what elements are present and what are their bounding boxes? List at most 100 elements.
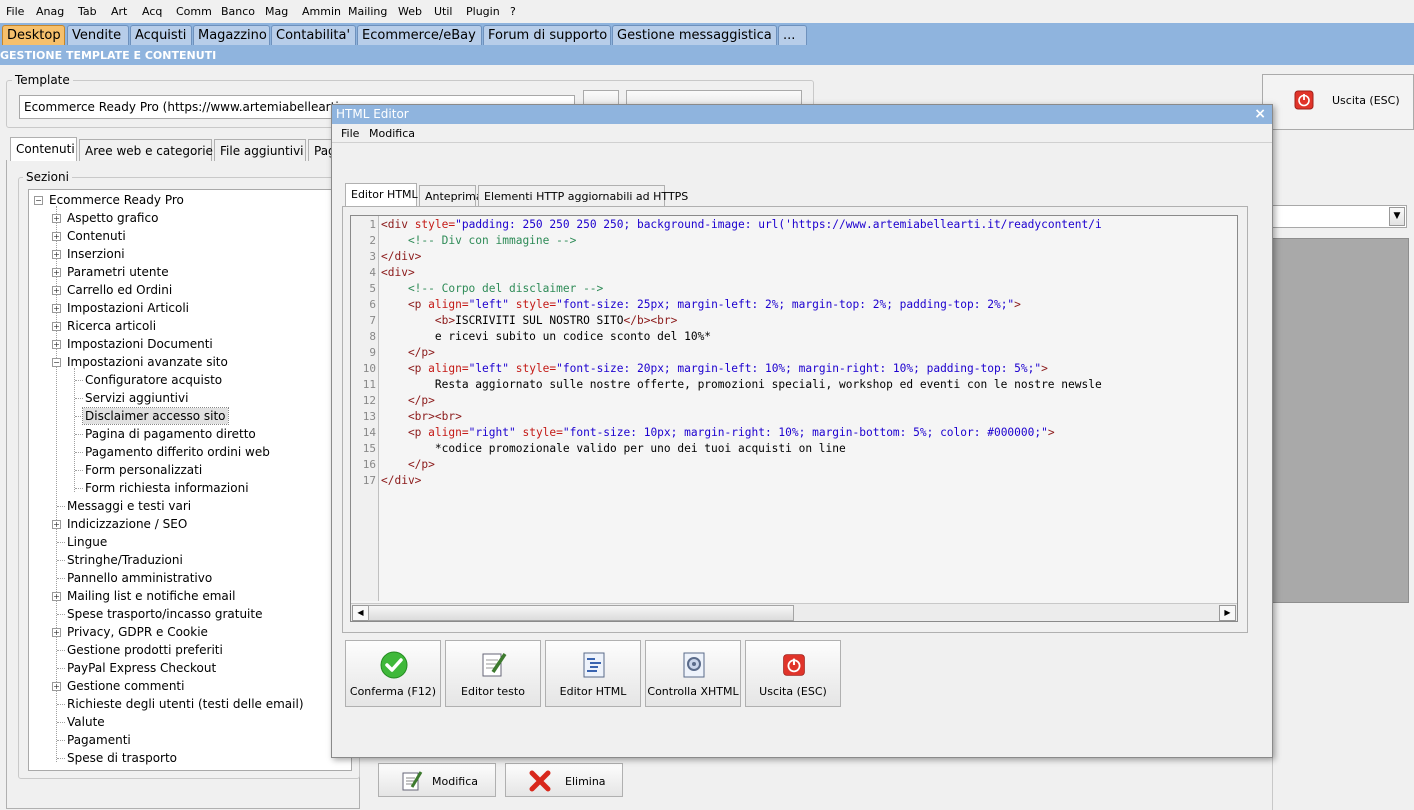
- tree-item[interactable]: Mailing list e notifiche email: [67, 588, 235, 604]
- dialog-tab-editor-html[interactable]: Editor HTML: [345, 183, 418, 207]
- horizontal-scrollbar[interactable]: ◀ ▶: [351, 603, 1237, 621]
- dialog-tab-http[interactable]: Elementi HTTP aggiornabili ad HTTPS: [478, 185, 688, 207]
- tree-collapse-icon[interactable]: −: [34, 196, 43, 205]
- tree-item[interactable]: Valute: [67, 714, 105, 730]
- conferma-button[interactable]: Conferma (F12): [345, 640, 441, 707]
- editor-testo-button[interactable]: Editor testo: [445, 640, 541, 707]
- tab-vendite[interactable]: Vendite: [67, 25, 129, 45]
- menu-web[interactable]: Web: [398, 5, 422, 18]
- menu-mag[interactable]: Mag: [265, 5, 288, 18]
- tree-expand-icon[interactable]: +: [52, 214, 61, 223]
- tree-item[interactable]: Stringhe/Traduzioni: [67, 552, 183, 568]
- tree-expand-icon[interactable]: +: [52, 592, 61, 601]
- tab-acquisti[interactable]: Acquisti: [130, 25, 192, 45]
- tree-expand-icon[interactable]: +: [52, 250, 61, 259]
- menu-help[interactable]: ?: [510, 5, 516, 18]
- menu-acq[interactable]: Acq: [142, 5, 162, 18]
- code-editor[interactable]: 1 2 3 4 5 6 7 8 9 10 11 12 13 14 15 16 1…: [350, 215, 1238, 622]
- menu-tab[interactable]: Tab: [78, 5, 97, 18]
- tree-item[interactable]: Carrello ed Ordini: [67, 282, 172, 298]
- modifica-button[interactable]: Modifica: [378, 763, 496, 797]
- uscita-button[interactable]: Uscita (ESC): [745, 640, 841, 707]
- tree-expand-icon[interactable]: +: [52, 322, 61, 331]
- tree-child[interactable]: Pagamento differito ordini web: [85, 444, 270, 460]
- editor-html-button[interactable]: Editor HTML: [545, 640, 641, 707]
- tree-child[interactable]: Servizi aggiuntivi: [85, 390, 188, 406]
- tree-expand-icon[interactable]: +: [52, 340, 61, 349]
- elimina-button[interactable]: Elimina: [505, 763, 623, 797]
- menu-file[interactable]: File: [6, 5, 24, 18]
- menu-ammin[interactable]: Ammin: [302, 5, 341, 18]
- tab-more[interactable]: ...: [778, 25, 807, 45]
- tree-item[interactable]: Pagamenti: [67, 732, 131, 748]
- tree-item[interactable]: Gestione prodotti preferiti: [67, 642, 223, 658]
- tree-expand-icon[interactable]: +: [52, 286, 61, 295]
- code-line-7: <b>ISCRIVITI SUL NOSTRO SITO</b><br>: [381, 314, 678, 327]
- tree-child[interactable]: Form personalizzati: [85, 462, 202, 478]
- subtab-file-aggiuntivi[interactable]: File aggiuntivi: [214, 139, 306, 161]
- tab-ecommerce[interactable]: Ecommerce/eBay: [357, 25, 482, 45]
- tree-item[interactable]: Spese di trasporto: [67, 750, 177, 766]
- menu-comm[interactable]: Comm: [176, 5, 212, 18]
- subtab-aree-web[interactable]: Aree web e categorie: [79, 139, 213, 161]
- menu-plugin[interactable]: Plugin: [466, 5, 500, 18]
- combo-arrow-icon[interactable]: ▼: [1389, 207, 1405, 226]
- tree-expand-icon[interactable]: +: [52, 628, 61, 637]
- menu-mailing[interactable]: Mailing: [348, 5, 387, 18]
- code-line-3: </div>: [381, 250, 422, 263]
- tree-item[interactable]: Aspetto grafico: [67, 210, 158, 226]
- tree-item[interactable]: Spese trasporto/incasso gratuite: [67, 606, 262, 622]
- tree-expand-icon[interactable]: +: [52, 268, 61, 277]
- tree-item[interactable]: PayPal Express Checkout: [67, 660, 216, 676]
- menu-util[interactable]: Util: [434, 5, 452, 18]
- tab-magazzino[interactable]: Magazzino: [193, 25, 270, 45]
- tab-contabilita[interactable]: Contabilita': [271, 25, 356, 45]
- check-icon: [380, 651, 408, 679]
- tree-item[interactable]: Contenuti: [67, 228, 126, 244]
- tab-messaggistica[interactable]: Gestione messaggistica: [612, 25, 777, 45]
- line-number: 4: [369, 266, 376, 279]
- tree-child[interactable]: Configuratore acquisto: [85, 372, 222, 388]
- tree-item[interactable]: Inserzioni: [67, 246, 125, 262]
- right-combo[interactable]: ▼: [1272, 205, 1407, 228]
- controlla-xhtml-button[interactable]: Controlla XHTML: [645, 640, 741, 707]
- delete-icon: [529, 770, 551, 792]
- tree-collapse-icon[interactable]: −: [52, 358, 61, 367]
- tree-expand-icon[interactable]: +: [52, 304, 61, 313]
- line-number: 1: [369, 218, 376, 231]
- tree-child[interactable]: Form richiesta informazioni: [85, 480, 249, 496]
- scroll-right-icon[interactable]: ▶: [1219, 605, 1236, 621]
- tree-item[interactable]: Gestione commenti: [67, 678, 184, 694]
- tree-item[interactable]: Pannello amministrativo: [67, 570, 212, 586]
- tab-desktop[interactable]: Desktop: [2, 25, 65, 45]
- scroll-left-icon[interactable]: ◀: [352, 605, 369, 621]
- tree-child[interactable]: Pagina di pagamento diretto: [85, 426, 256, 442]
- subtab-contenuti[interactable]: Contenuti: [10, 137, 77, 161]
- tree-child-selected[interactable]: Disclaimer accesso sito: [82, 407, 229, 425]
- menu-anag[interactable]: Anag: [36, 5, 64, 18]
- dialog-menu-modifica[interactable]: Modifica: [369, 127, 415, 140]
- tree-item[interactable]: Privacy, GDPR e Cookie: [67, 624, 208, 640]
- tree-item[interactable]: Impostazioni Documenti: [67, 336, 213, 352]
- tab-forum[interactable]: Forum di supporto: [483, 25, 611, 45]
- dialog-menu-file[interactable]: File: [341, 127, 359, 140]
- scroll-thumb[interactable]: [368, 605, 794, 621]
- tree-expand-icon[interactable]: +: [52, 232, 61, 241]
- tree-item[interactable]: Parametri utente: [67, 264, 169, 280]
- tree-item[interactable]: Indicizzazione / SEO: [67, 516, 187, 532]
- tree-item[interactable]: Impostazioni Articoli: [67, 300, 189, 316]
- tree-item[interactable]: Richieste degli utenti (testi delle emai…: [67, 696, 304, 712]
- tree-item[interactable]: Lingue: [67, 534, 107, 550]
- tree-item[interactable]: Ricerca articoli: [67, 318, 156, 334]
- menu-banco[interactable]: Banco: [221, 5, 255, 18]
- exit-main-button[interactable]: Uscita (ESC): [1262, 74, 1414, 130]
- tree-item[interactable]: Messaggi e testi vari: [67, 498, 191, 514]
- code-line-8: e ricevi subito un codice sconto del 10%…: [381, 330, 712, 343]
- tree-expand-icon[interactable]: +: [52, 682, 61, 691]
- tree-expand-icon[interactable]: +: [52, 520, 61, 529]
- tree-item[interactable]: Impostazioni avanzate sito: [67, 354, 228, 370]
- menu-art[interactable]: Art: [111, 5, 127, 18]
- close-icon[interactable]: ×: [1254, 105, 1266, 124]
- tree-root[interactable]: Ecommerce Ready Pro: [49, 192, 184, 208]
- dialog-tab-anteprima[interactable]: Anteprima: [419, 185, 483, 207]
